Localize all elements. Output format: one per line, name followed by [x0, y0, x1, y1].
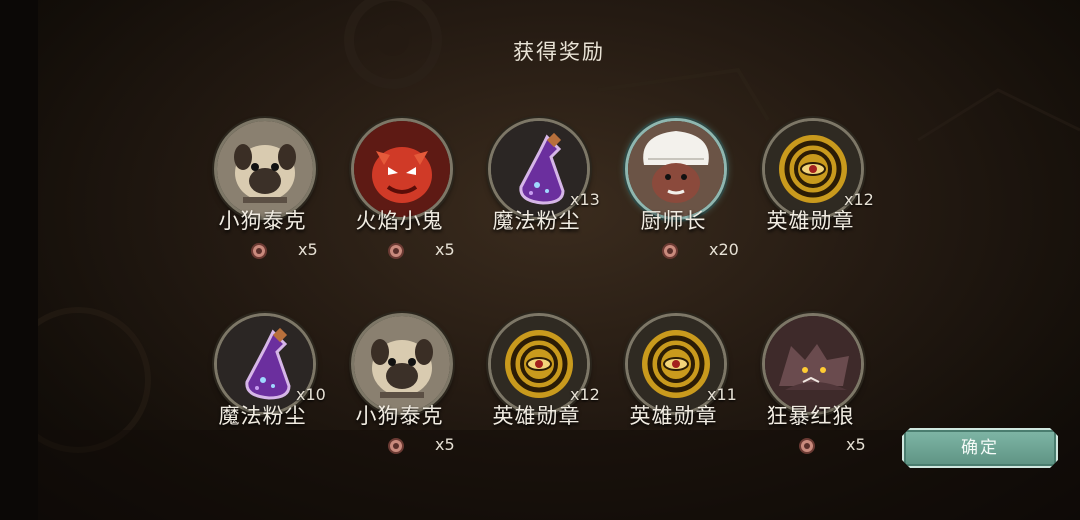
reward-card[interactable]: 小狗泰克 x5 [331, 313, 468, 468]
reward-name: 狂暴红狼 [766, 404, 855, 428]
confirm-button[interactable]: 确定 [902, 428, 1058, 468]
reward-name: 厨师长 [640, 209, 707, 233]
shard-icon [388, 243, 404, 259]
shard-count: x5 [435, 240, 455, 259]
reward-name: 英雄勋章 [629, 404, 718, 428]
reward-card[interactable]: x12 英雄勋章 [742, 118, 879, 273]
reward-name: 英雄勋章 [766, 209, 855, 233]
reward-card[interactable]: x10 魔法粉尘 [194, 313, 331, 468]
reward-card[interactable]: x11 英雄勋章 [605, 313, 742, 468]
page-title: 获得奖励 [513, 40, 605, 64]
reward-card[interactable]: x12 英雄勋章 [468, 313, 605, 468]
shard-count: x5 [298, 240, 318, 259]
reward-card[interactable]: 火焰小鬼 x5 [331, 118, 468, 273]
reward-card[interactable]: x13 魔法粉尘 [468, 118, 605, 273]
reward-grid: 小狗泰克 x5 火焰小鬼 x5 x13 魔法粉尘 厨师长 x20 x12 英雄勋… [194, 118, 879, 468]
reward-card[interactable]: 厨师长 x20 [605, 118, 742, 273]
shard-count: x5 [435, 435, 455, 454]
reward-name: 魔法粉尘 [492, 209, 581, 233]
reward-name: 小狗泰克 [218, 209, 307, 233]
reward-name: 火焰小鬼 [355, 209, 444, 233]
shard-count: x20 [709, 240, 739, 259]
reward-card[interactable]: 狂暴红狼 x5 [742, 313, 879, 468]
shard-count: x5 [846, 435, 866, 454]
reward-name: 小狗泰克 [355, 404, 444, 428]
shard-icon [251, 243, 267, 259]
reward-card[interactable]: 小狗泰克 x5 [194, 118, 331, 273]
reward-name: 魔法粉尘 [218, 404, 307, 428]
shard-icon [662, 243, 678, 259]
shard-icon [799, 438, 815, 454]
shard-icon [388, 438, 404, 454]
reward-name: 英雄勋章 [492, 404, 581, 428]
